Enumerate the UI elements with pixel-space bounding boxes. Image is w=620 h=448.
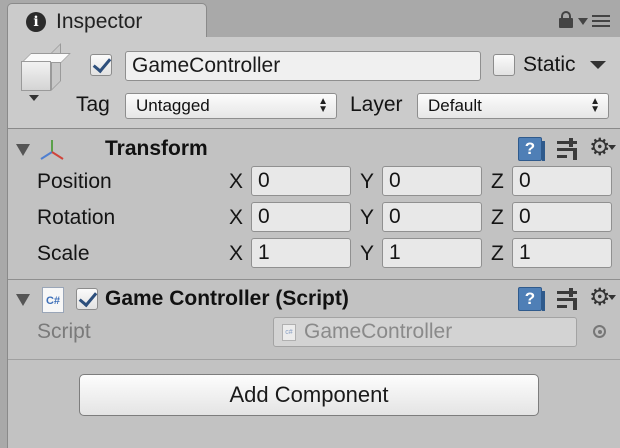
component-divider <box>8 279 620 280</box>
axis-z-label[interactable]: Z <box>491 206 504 230</box>
updown-arrows-icon: ▲ ▼ <box>590 96 600 115</box>
help-book-icon[interactable]: ? <box>518 137 545 161</box>
scale-y-input[interactable]: 1 <box>382 238 482 268</box>
gear-icon[interactable]: ⚙ <box>589 135 616 159</box>
csharp-script-icon: C# <box>42 287 64 313</box>
transform-title: Transform <box>105 137 208 160</box>
help-book-icon[interactable]: ? <box>518 287 545 311</box>
presets-icon[interactable] <box>557 288 579 310</box>
axis-y-label[interactable]: Y <box>360 206 374 230</box>
object-name-input[interactable]: GameController <box>125 51 481 81</box>
active-checkbox[interactable] <box>90 54 112 76</box>
position-x-input[interactable]: 0 <box>251 166 351 196</box>
menu-icon[interactable] <box>578 13 612 31</box>
tab-bar: i Inspector <box>0 0 620 39</box>
csharp-mini-icon: c# <box>282 324 296 341</box>
gameobject-cube-icon[interactable] <box>19 43 71 101</box>
tab-title: Inspector <box>56 9 143 33</box>
scale-x-input[interactable]: 1 <box>251 238 351 268</box>
transform-axes-icon <box>40 140 64 160</box>
axis-z-label[interactable]: Z <box>491 170 504 194</box>
static-label: Static <box>523 53 576 76</box>
position-y-input[interactable]: 0 <box>382 166 482 196</box>
tab-inspector[interactable]: i Inspector <box>7 3 207 39</box>
script-field-value: GameController <box>304 320 453 343</box>
script-component-title: Game Controller (Script) <box>105 287 349 310</box>
transform-header[interactable]: Transform ? ⚙ <box>8 133 620 167</box>
foldout-arrow-icon[interactable] <box>16 144 30 156</box>
row-label: Scale <box>37 242 90 265</box>
presets-icon[interactable] <box>557 138 579 160</box>
rotation-z-input[interactable]: 0 <box>512 202 612 232</box>
object-header: GameController Static Tag Untagged ▲ ▼ La… <box>8 37 620 129</box>
scale-z-input[interactable]: 1 <box>512 238 612 268</box>
axis-y-label[interactable]: Y <box>360 170 374 194</box>
layer-dropdown[interactable]: Default ▲ ▼ <box>417 93 609 119</box>
axis-x-label[interactable]: X <box>229 206 243 230</box>
updown-arrows-icon: ▲ ▼ <box>318 96 328 115</box>
axis-x-label[interactable]: X <box>229 242 243 266</box>
layer-label: Layer <box>350 93 403 116</box>
object-picker-icon[interactable] <box>593 325 606 338</box>
lock-icon[interactable] <box>559 11 573 29</box>
static-checkbox[interactable] <box>493 54 515 76</box>
script-object-field: c# GameController <box>273 317 577 347</box>
script-component-header[interactable]: C# Game Controller (Script) ? ⚙ <box>8 283 620 317</box>
gear-icon[interactable]: ⚙ <box>589 285 616 309</box>
inspector-panel: GameController Static Tag Untagged ▲ ▼ La… <box>7 37 620 448</box>
tag-label: Tag <box>76 93 110 116</box>
info-icon: i <box>26 11 46 32</box>
row-label: Position <box>37 170 112 193</box>
rotation-x-input[interactable]: 0 <box>251 202 351 232</box>
script-enabled-checkbox[interactable] <box>76 288 98 310</box>
position-z-input[interactable]: 0 <box>512 166 612 196</box>
row-label: Rotation <box>37 206 116 229</box>
rotation-y-input[interactable]: 0 <box>382 202 482 232</box>
tag-dropdown[interactable]: Untagged ▲ ▼ <box>125 93 337 119</box>
layer-value: Default <box>428 96 482 115</box>
component-divider <box>8 359 620 360</box>
tag-value: Untagged <box>136 96 210 115</box>
script-field-label: Script <box>37 320 91 343</box>
foldout-arrow-icon[interactable] <box>16 294 30 306</box>
static-dropdown-arrow-icon[interactable] <box>590 61 606 69</box>
add-component-button[interactable]: Add Component <box>79 374 539 416</box>
axis-y-label[interactable]: Y <box>360 242 374 266</box>
axis-x-label[interactable]: X <box>229 170 243 194</box>
axis-z-label[interactable]: Z <box>491 242 504 266</box>
